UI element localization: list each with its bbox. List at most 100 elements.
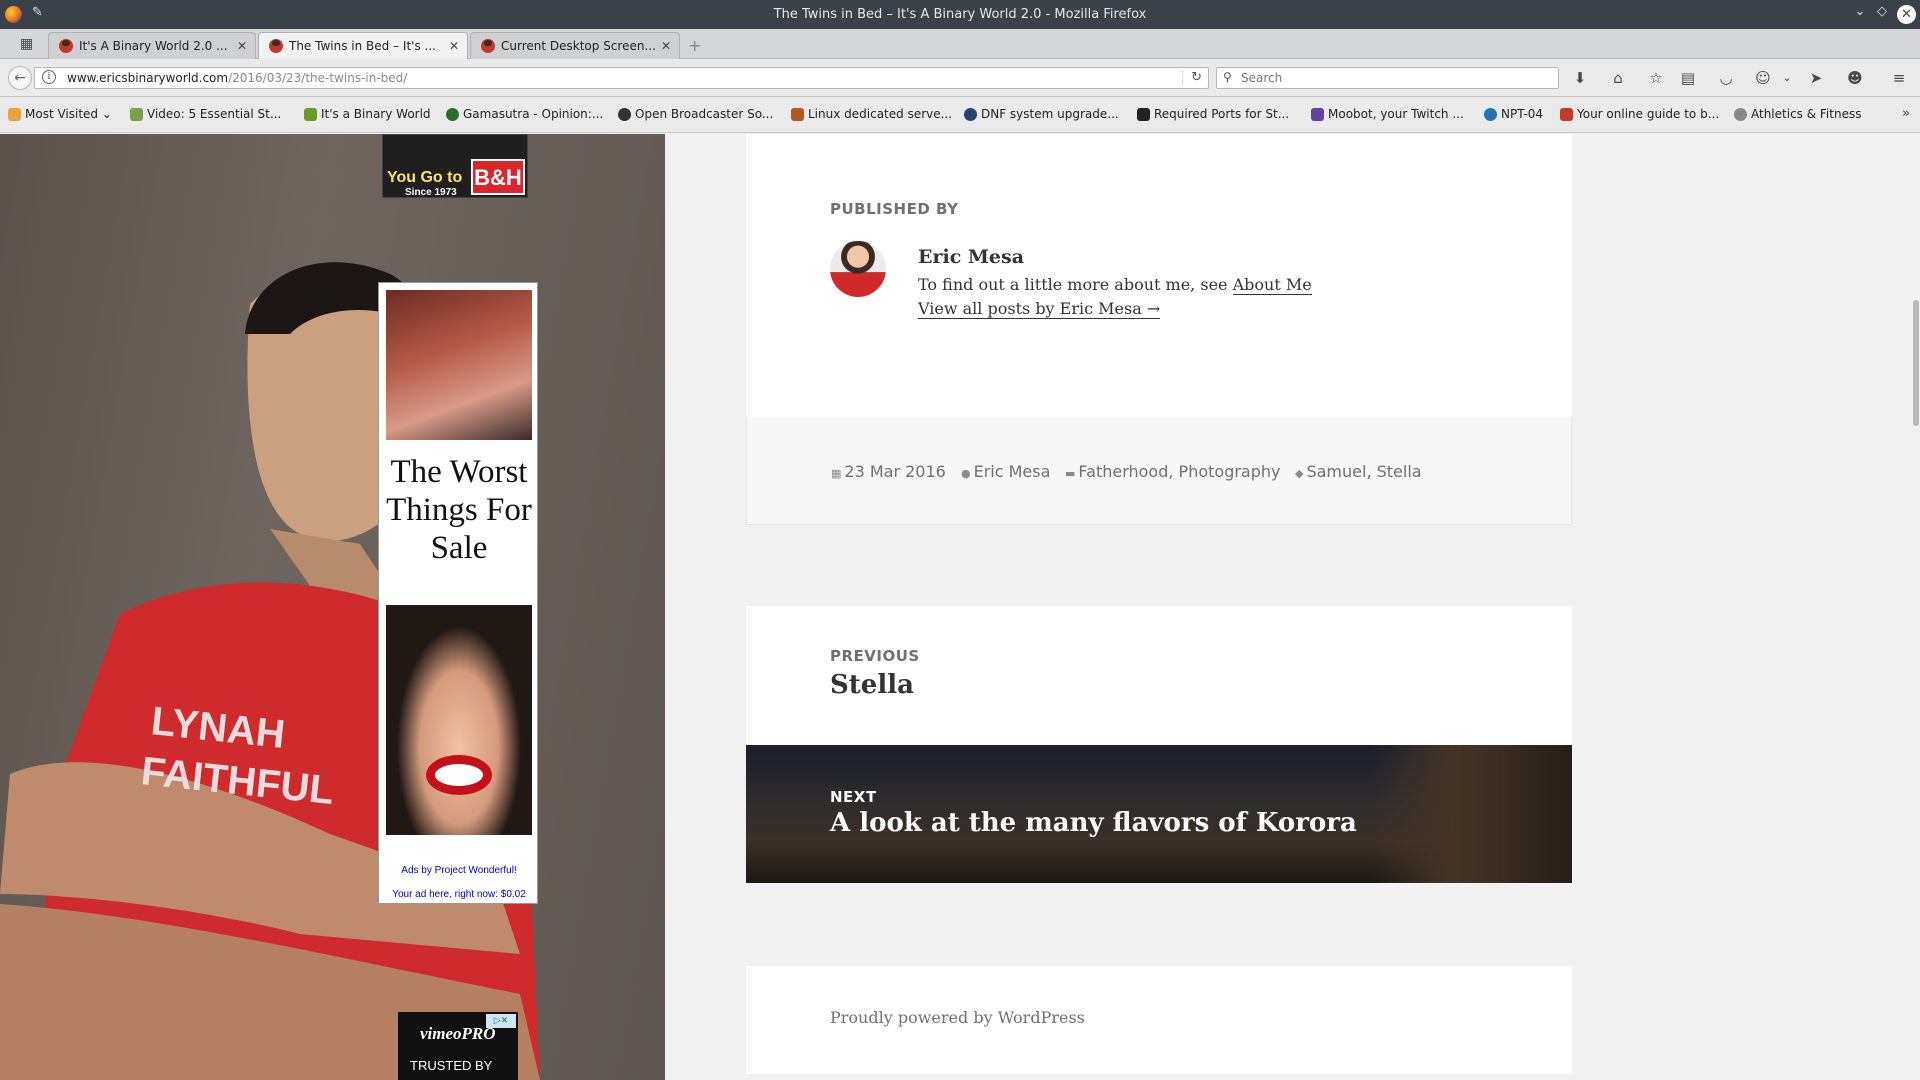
your-ad-here-link[interactable]: Your ad here, right now: $0.02 [379,889,539,900]
bh-ad-since: Since 1973 [405,187,457,198]
calendar-icon: ▦ [831,467,842,480]
tab-desktop-screenshot[interactable]: Current Desktop Screen... ✕ [470,32,680,59]
bookmark-obs[interactable]: Open Broadcaster So... [618,107,773,121]
vimeo-pro-ad[interactable]: ▷✕ vimeoPRO TRUSTED BY [398,1012,518,1080]
next-title: A look at the many flavors of Korora [830,808,1357,838]
author-avatar [830,241,886,297]
about-me-link[interactable]: About Me [1232,275,1312,295]
ad-photo-face [386,605,532,835]
most-visited-icon [8,108,21,121]
author-name: Eric Mesa [918,246,1025,268]
published-by-heading: PUBLISHED BY [830,200,959,218]
bookmark-athletics[interactable]: Athletics & Fitness [1734,107,1861,121]
bookmark-linux-server[interactable]: Linux dedicated serve... [791,107,952,121]
gamasutra-icon [446,108,459,121]
tag-icon: ◆ [1295,467,1304,480]
person-icon: ● [961,467,971,480]
navigation-bar: ← i www.ericsbinaryworld.com/2016/03/23/… [0,59,1920,97]
search-input[interactable] [1241,69,1541,87]
more-bookmarks-icon[interactable]: » [1902,106,1910,121]
menu-icon[interactable]: ≡ [1888,67,1910,89]
tab-binary-world[interactable]: It's A Binary World 2.0 ... ✕ [48,32,256,59]
search-bar[interactable]: ⚲ [1216,67,1559,89]
binary-world-favicon-icon [269,39,283,53]
bookmark-gamasutra[interactable]: Gamasutra - Opinion:... [446,107,603,121]
close-tab-icon[interactable]: ✕ [449,39,459,53]
url-bar[interactable]: i www.ericsbinaryworld.com/2016/03/23/th… [34,67,1209,89]
close-tab-icon[interactable]: ✕ [237,39,247,53]
post-author[interactable]: ● Eric Mesa [961,462,1050,481]
npt-icon [1484,108,1497,121]
downloads-icon[interactable]: ⬇ [1569,67,1591,89]
vimeo-logo: vimeoPRO [420,1024,496,1043]
search-icon: ⚲ [1223,70,1232,84]
site-info-icon[interactable]: i [42,70,56,84]
post-categories[interactable]: ▬ Fatherhood, Photography [1065,462,1281,481]
ads-by-link[interactable]: Ads by Project Wonderful! [379,865,539,876]
minimize-button[interactable]: ⌄ [1850,4,1870,19]
post-date[interactable]: ▦ 23 Mar 2016 [831,462,946,481]
home-icon[interactable]: ⌂ [1607,67,1629,89]
bookmark-most-visited[interactable]: Most Visited ⌄ [8,107,112,121]
tab-label: It's A Binary World 2.0 ... [79,39,228,53]
bh-ad-text: You Go to [387,169,463,186]
pocket-icon[interactable]: ◡ [1715,67,1737,89]
next-label: NEXT [830,788,877,806]
flag-icon [1560,108,1573,121]
url-text[interactable]: www.ericsbinaryworld.com/2016/03/23/the-… [67,71,407,85]
bookmark-star-icon[interactable]: ☆ [1645,67,1667,89]
x-icon [130,108,143,121]
close-window-button[interactable]: ✕ [1897,5,1916,24]
bookmark-binary-world[interactable]: It's a Binary World [304,107,431,121]
next-post-link[interactable]: NEXT A look at the many flavors of Koror… [746,745,1572,883]
bh-banner-ad[interactable]: You Go to Since 1973 B&H [382,134,528,198]
steam-icon [1137,108,1150,121]
obs-icon [618,108,631,121]
bookmark-npt-04[interactable]: NPT-04 [1484,107,1543,121]
reload-icon[interactable]: ↻ [1182,70,1202,85]
entry-meta-footer: ▦ 23 Mar 2016 ● Eric Mesa ▬ Fatherhood, Pho… [746,417,1572,525]
bookmark-dnf-upgrade[interactable]: DNF system upgrade... [964,107,1119,121]
sidebar-background-photo: LYNAH FAITHFUL [0,262,540,1080]
extension-menu-chevron-icon[interactable]: ⌄ [1776,67,1798,89]
bookmarks-toolbar: Most Visited ⌄ Video: 5 Essential St... … [0,97,1920,133]
binary-world-favicon-icon [59,39,73,53]
bookmark-required-ports[interactable]: Required Ports for St... [1137,107,1289,121]
chat-icon[interactable]: ☻ [1844,67,1866,89]
globe-icon [1734,108,1747,121]
send-icon[interactable]: ➤ [1805,67,1827,89]
tab-groups-icon[interactable]: ▦ [20,36,38,52]
back-button[interactable]: ← [8,66,32,90]
extension-icon[interactable]: ☺ [1752,67,1774,89]
bh-logo: B&H [471,159,525,195]
page-scrollbar[interactable] [1912,134,1920,1080]
ad-photo-woman [386,290,532,440]
project-wonderful-ad[interactable]: The Worst Things For Sale Ads by Project… [378,282,538,904]
bookmark-moobot[interactable]: Moobot, your Twitch ... [1311,107,1464,121]
page-viewport: LYNAH FAITHFUL You Go to Since 1973 B&H … [0,134,1920,1080]
previous-title: Stella [830,670,914,700]
view-all-posts-link[interactable]: View all posts by Eric Mesa → [918,299,1161,319]
new-tab-button[interactable]: + [688,36,701,55]
site-footer: Proudly powered by WordPress [746,966,1572,1074]
fedora-icon [964,108,977,121]
bookmark-video-essential[interactable]: Video: 5 Essential St... [130,107,281,121]
maximize-button[interactable]: ◇ [1872,4,1892,19]
window-titlebar: ✎ The Twins in Bed – It's A Binary World… [0,0,1920,29]
reading-list-icon[interactable]: ▤ [1677,67,1699,89]
bookmark-online-guide[interactable]: Your online guide to b... [1560,107,1719,121]
window-title: The Twins in Bed – It's A Binary World 2… [773,7,1147,22]
tab-label: The Twins in Bed – It's ... [289,39,436,53]
previous-label: PREVIOUS [830,647,920,665]
post-tags[interactable]: ◆ Samuel, Stella [1295,462,1422,481]
tab-strip: ▦ It's A Binary World 2.0 ... ✕ The Twin… [0,29,1920,60]
powered-by-wordpress-link[interactable]: Proudly powered by WordPress [830,1008,1085,1027]
sidebar: LYNAH FAITHFUL You Go to Since 1973 B&H … [0,134,665,1080]
close-tab-icon[interactable]: ✕ [661,39,671,53]
folder-icon: ▬ [1065,467,1076,480]
previous-post-link[interactable]: PREVIOUS Stella [746,606,1572,745]
scrollbar-thumb[interactable] [1913,300,1919,426]
leaf-icon [304,108,317,121]
tab-twins-in-bed[interactable]: The Twins in Bed – It's ... ✕ [258,32,468,60]
binary-world-favicon-icon [481,39,495,53]
